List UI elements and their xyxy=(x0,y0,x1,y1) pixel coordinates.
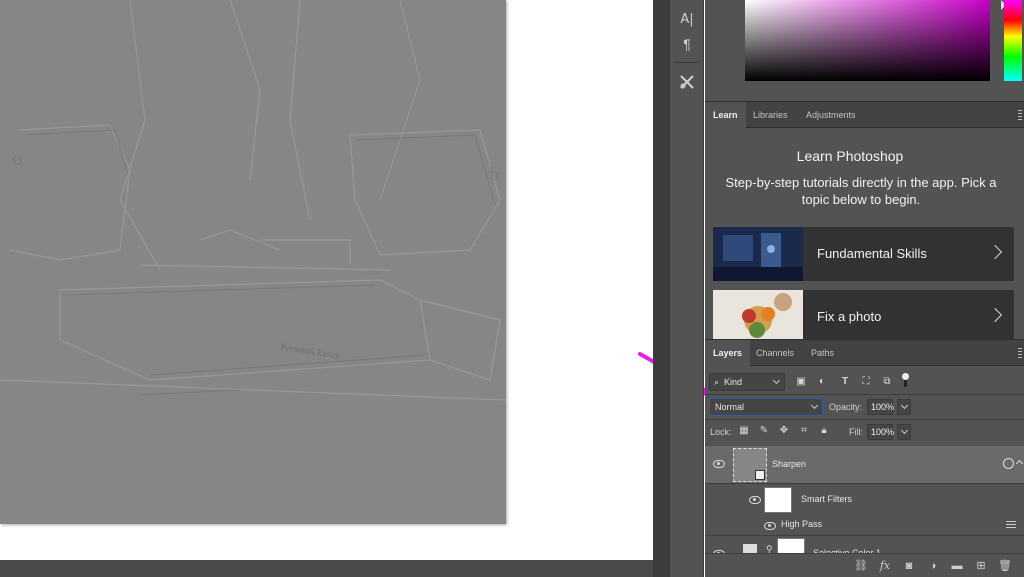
filter-kind-select[interactable]: ⌕ Kind xyxy=(709,373,785,391)
learn-card-fundamental-skills[interactable]: Fundamental Skills xyxy=(713,227,1014,281)
new-adjustment-icon[interactable]: ◑ xyxy=(926,559,940,573)
lock-artboard-icon[interactable]: ⌗ xyxy=(798,425,810,437)
tab-paths[interactable]: Paths xyxy=(803,340,842,366)
opacity-dropdown[interactable] xyxy=(897,399,911,415)
learn-panel: Learn Photoshop Step-by-step tutorials d… xyxy=(705,129,1024,344)
embossed-text: Personal Essay xyxy=(280,342,341,361)
tab-libraries[interactable]: Libraries xyxy=(745,102,796,128)
opacity-input[interactable]: 100% xyxy=(867,399,894,415)
lock-image-icon[interactable]: ✎ xyxy=(758,425,770,437)
filter-toggle-icon[interactable] xyxy=(902,373,909,387)
filter-type-icon[interactable]: T xyxy=(839,376,851,388)
high-pass-artwork: o b Personal Essay xyxy=(0,0,506,401)
document-image-high-pass[interactable]: o b Personal Essay xyxy=(0,0,506,524)
learn-card-label: Fundamental Skills xyxy=(817,246,927,261)
link-layers-icon[interactable]: ⛓ xyxy=(854,559,868,573)
lock-all-icon[interactable]: 🔒︎ xyxy=(818,425,830,437)
layers-panel: ⌕ Kind ▣ ◐ T ⛶ ⧉ Normal Opacity: 100% Lo… xyxy=(705,367,1024,577)
tab-channels[interactable]: Channels xyxy=(748,340,802,366)
visibility-eye-icon[interactable] xyxy=(749,496,761,504)
layer-row-sharpen[interactable]: Sharpen xyxy=(705,446,1024,484)
layer-thumbnail xyxy=(733,448,767,482)
filter-smart-object-icon[interactable]: ⧉ xyxy=(881,376,893,388)
layer-row-high-pass[interactable]: High Pass xyxy=(705,516,1024,536)
chevron-right-icon xyxy=(987,307,1003,323)
filter-blending-options-icon[interactable] xyxy=(1006,521,1016,529)
new-layer-icon[interactable]: ⊞ xyxy=(974,559,988,573)
tool-separator xyxy=(674,62,700,63)
lock-transparent-icon[interactable]: ▦ xyxy=(738,425,750,437)
paragraph-tool-icon[interactable]: ¶ xyxy=(673,33,701,55)
filter-kind-label: Kind xyxy=(724,377,743,387)
learn-title: Learn Photoshop xyxy=(796,148,904,164)
visibility-eye-icon[interactable] xyxy=(713,460,725,468)
fill-label: Fill: xyxy=(849,427,863,437)
smart-object-filter-icon[interactable] xyxy=(1003,458,1014,469)
tool-presets-icon[interactable] xyxy=(673,71,701,93)
learn-card-label: Fix a photo xyxy=(817,309,882,324)
layers-footer: ⛓ fx ◙ ◑ ▬ ⊞ 🗑︎ xyxy=(705,553,1024,577)
visibility-eye-icon[interactable] xyxy=(764,522,776,530)
fx-icon[interactable]: fx xyxy=(878,559,892,573)
svg-text:o: o xyxy=(12,145,23,170)
layer-name: High Pass xyxy=(781,519,823,529)
layer-name: Smart Filters xyxy=(801,494,853,504)
add-mask-icon[interactable]: ◙ xyxy=(902,559,916,573)
tab-adjustments[interactable]: Adjustments xyxy=(798,102,864,128)
learn-description: Step-by-step tutorials directly in the a… xyxy=(725,175,997,207)
tab-learn[interactable]: Learn xyxy=(705,102,746,128)
fundamental-skills-thumbnail xyxy=(713,227,803,281)
panel-menu-icon[interactable] xyxy=(1018,348,1022,358)
panel-menu-icon[interactable] xyxy=(1018,110,1022,120)
search-icon: ⌕ xyxy=(714,377,720,387)
canvas-status-bar xyxy=(0,560,653,577)
layers-tabbar: Layers Channels Paths xyxy=(705,339,1024,366)
chevron-right-icon xyxy=(987,244,1003,260)
smart-object-badge-icon xyxy=(755,470,765,480)
chevron-down-icon xyxy=(810,401,819,410)
layer-row-smart-filters[interactable]: Smart Filters xyxy=(705,484,1024,516)
svg-text:b: b xyxy=(490,164,499,184)
opacity-label: Opacity: xyxy=(829,402,863,412)
type-tool-icon[interactable]: A| xyxy=(673,8,701,30)
filter-shape-icon[interactable]: ⛶ xyxy=(860,376,872,388)
new-group-icon[interactable]: ▬ xyxy=(950,559,964,573)
layer-name: Sharpen xyxy=(772,459,807,469)
learn-card-fix-a-photo[interactable]: Fix a photo xyxy=(713,290,1014,344)
blend-mode-value: Normal xyxy=(715,402,745,412)
right-panels: Learn Libraries Adjustments Learn Photos… xyxy=(705,0,1024,577)
filter-adjustment-icon[interactable]: ◐ xyxy=(816,376,828,388)
learn-tabbar: Learn Libraries Adjustments xyxy=(705,101,1024,128)
color-picker-field[interactable] xyxy=(745,0,990,81)
filter-mask-thumbnail xyxy=(764,487,792,513)
canvas-area[interactable]: o b Personal Essay xyxy=(0,0,653,560)
chevron-up-icon[interactable] xyxy=(1015,459,1024,468)
blend-mode-select[interactable]: Normal xyxy=(709,398,823,416)
tab-layers[interactable]: Layers xyxy=(705,340,751,366)
lock-position-icon[interactable]: ✥ xyxy=(778,425,790,437)
fill-input[interactable]: 100% xyxy=(867,424,894,440)
fix-a-photo-thumbnail xyxy=(713,290,803,344)
hue-slider[interactable] xyxy=(1004,0,1022,81)
filter-pixel-icon[interactable]: ▣ xyxy=(795,376,807,388)
collapsed-panel-strip: A| ¶ xyxy=(670,0,704,577)
fill-dropdown[interactable] xyxy=(897,424,911,440)
lock-label: Lock: xyxy=(710,427,732,437)
color-panel xyxy=(705,0,1024,96)
delete-layer-icon[interactable]: 🗑︎ xyxy=(998,559,1012,573)
panel-dock-divider[interactable] xyxy=(653,0,670,577)
chevron-down-icon xyxy=(772,376,781,385)
